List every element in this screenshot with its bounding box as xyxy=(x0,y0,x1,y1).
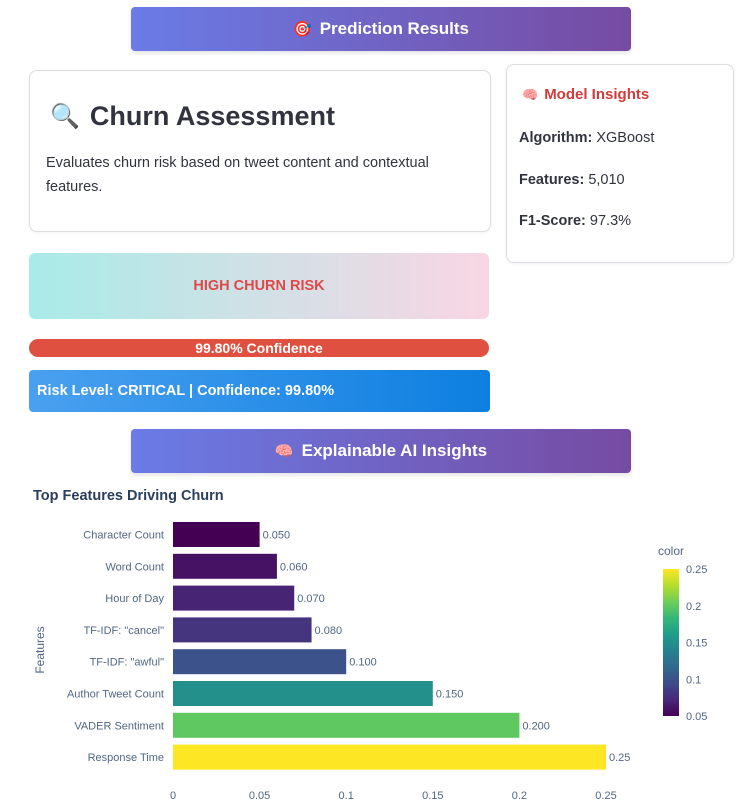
bar[interactable] xyxy=(173,585,295,611)
x-tick-label: 0.25 xyxy=(595,790,616,802)
bar[interactable] xyxy=(173,649,347,675)
x-tick-label: 0.2 xyxy=(512,790,527,802)
value-label: 0.150 xyxy=(436,689,464,701)
bar[interactable] xyxy=(173,617,312,643)
x-tick-label: 0.1 xyxy=(339,790,354,802)
value-label: 0.100 xyxy=(349,657,377,669)
value-label: 0.200 xyxy=(522,720,550,732)
value-label: 0.060 xyxy=(280,561,308,573)
bar[interactable] xyxy=(173,681,433,706)
colorbar-tick-label: 0.15 xyxy=(686,638,707,650)
bar[interactable] xyxy=(173,744,606,770)
category-label: Hour of Day xyxy=(105,593,164,605)
category-label: Author Tweet Count xyxy=(67,689,164,701)
value-label: 0.070 xyxy=(297,593,325,605)
category-label: Word Count xyxy=(106,561,165,573)
colorbar-title: color xyxy=(658,544,684,558)
colorbar-tick-label: 0.05 xyxy=(686,711,707,723)
category-label: TF-IDF: "awful" xyxy=(90,657,165,669)
value-label: 0.080 xyxy=(315,625,343,637)
x-tick-label: 0 xyxy=(170,790,176,802)
category-label: Character Count xyxy=(83,530,164,542)
bar[interactable] xyxy=(173,712,520,738)
category-label: TF-IDF: "cancel" xyxy=(83,625,164,637)
y-axis-label: Features xyxy=(33,626,47,673)
bar[interactable] xyxy=(173,553,277,579)
x-tick-label: 0.05 xyxy=(249,790,270,802)
colorbar xyxy=(663,569,679,716)
colorbar-tick-label: 0.2 xyxy=(686,601,701,613)
value-label: 0.25 xyxy=(609,752,630,764)
colorbar-tick-label: 0.25 xyxy=(686,564,707,576)
colorbar-tick-label: 0.1 xyxy=(686,674,701,686)
category-label: VADER Sentiment xyxy=(74,720,164,732)
feature-importance-chart: Character Count Word Count Hour of Day TF-I… xyxy=(33,522,707,802)
value-label: 0.050 xyxy=(263,530,291,542)
bar[interactable] xyxy=(173,522,260,547)
category-label: Response Time xyxy=(88,752,164,764)
x-tick-label: 0.15 xyxy=(422,790,443,802)
